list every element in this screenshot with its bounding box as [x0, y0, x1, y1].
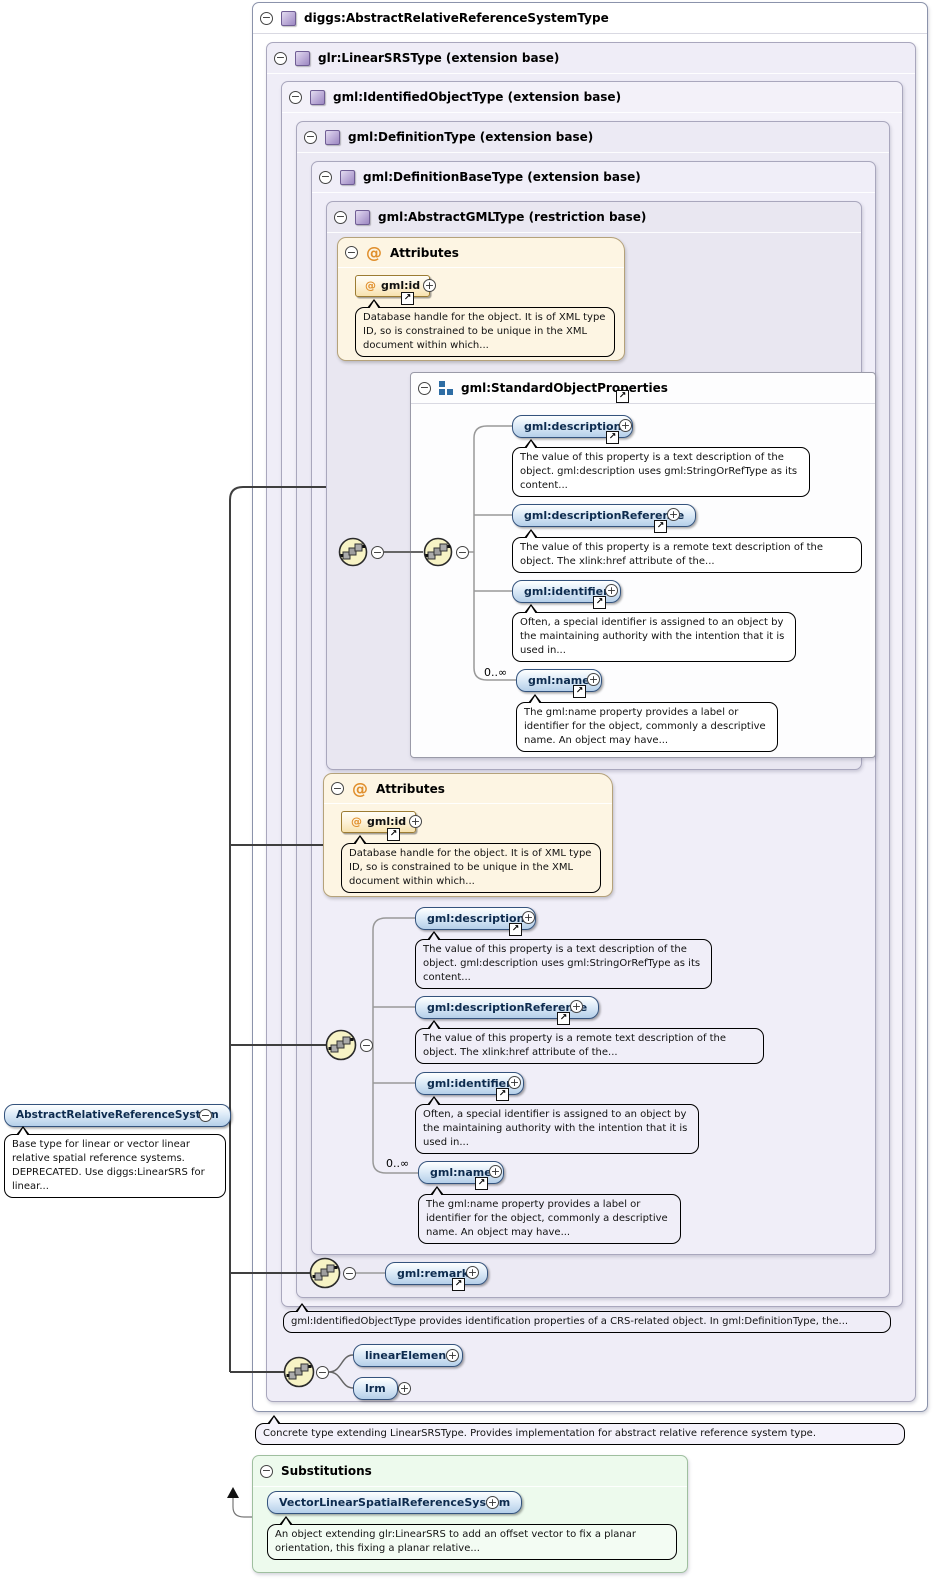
- goto-definition-icon[interactable]: ↗: [616, 390, 629, 403]
- complex-type-icon: [281, 11, 296, 26]
- annotation-bubble: The value of this property is a remote t…: [415, 1028, 764, 1064]
- goto-definition-icon[interactable]: ↗: [496, 1088, 509, 1101]
- collapse-icon[interactable]: −: [371, 546, 384, 559]
- goto-definition-icon[interactable]: ↗: [593, 596, 606, 609]
- collapse-icon[interactable]: −: [345, 246, 358, 259]
- goto-definition-icon[interactable]: ↗: [557, 1012, 570, 1025]
- type-label: gml:AbstractGMLType (restriction base): [378, 210, 646, 224]
- element-vectorlinearspatialreferencesystem[interactable]: VectorLinearSpatialReferenceSystem: [267, 1491, 522, 1514]
- type-label: glr:LinearSRSType (extension base): [318, 51, 559, 65]
- annotation-bubble: The gml:name property provides a label o…: [418, 1194, 681, 1244]
- complex-type-icon: [355, 210, 370, 225]
- goto-definition-icon[interactable]: ↗: [509, 923, 522, 936]
- annotation-bubble: Concrete type extending LinearSRSType. P…: [255, 1423, 905, 1445]
- attribute-gml-id[interactable]: @ gml:id: [355, 275, 430, 297]
- collapse-icon[interactable]: −: [274, 52, 287, 65]
- type-label: diggs:AbstractRelativeReferenceSystemTyp…: [304, 11, 609, 25]
- collapse-icon[interactable]: −: [260, 12, 273, 25]
- goto-definition-icon[interactable]: ↗: [475, 1177, 488, 1190]
- goto-definition-icon[interactable]: ↗: [606, 431, 619, 444]
- expand-icon[interactable]: +: [570, 1000, 583, 1013]
- goto-definition-icon[interactable]: ↗: [452, 1278, 465, 1291]
- type-label: gml:IdentifiedObjectType (extension base…: [333, 90, 621, 104]
- type-label: gml:DefinitionType (extension base): [348, 130, 593, 144]
- expand-icon[interactable]: +: [409, 815, 422, 828]
- complex-type-icon: [295, 51, 310, 66]
- annotation-bubble: The gml:name property provides a label o…: [516, 702, 778, 752]
- collapse-icon[interactable]: −: [331, 782, 344, 795]
- annotation-bubble: The value of this property is a text des…: [512, 447, 810, 497]
- expand-icon[interactable]: +: [446, 1349, 459, 1362]
- sequence-icon[interactable]: [338, 537, 368, 567]
- attribute-gml-id[interactable]: @ gml:id: [341, 811, 416, 833]
- collapse-icon[interactable]: −: [334, 211, 347, 224]
- collapse-icon[interactable]: −: [304, 131, 317, 144]
- occurrence-label: 0..∞: [484, 666, 507, 679]
- attributes-title: Attributes: [376, 782, 445, 796]
- schema-diagram: − diggs:AbstractRelativeReferenceSystemT…: [0, 0, 933, 1581]
- collapse-icon[interactable]: −: [199, 1109, 212, 1122]
- goto-definition-icon[interactable]: ↗: [401, 292, 414, 305]
- sequence-icon[interactable]: [423, 537, 453, 567]
- expand-icon[interactable]: +: [605, 584, 618, 597]
- expand-icon[interactable]: +: [587, 673, 600, 686]
- attribute-icon: @: [351, 812, 362, 832]
- sequence-icon[interactable]: [309, 1257, 341, 1289]
- goto-definition-icon[interactable]: ↗: [387, 828, 400, 841]
- collapse-icon[interactable]: −: [316, 1366, 329, 1379]
- occurrence-label: 0..∞: [386, 1157, 409, 1170]
- attributes-title: Attributes: [390, 246, 459, 260]
- annotation-bubble: Base type for linear or vector linear re…: [4, 1134, 226, 1198]
- expand-icon[interactable]: +: [486, 1496, 499, 1509]
- type-label: gml:DefinitionBaseType (extension base): [363, 170, 641, 184]
- expand-icon[interactable]: +: [489, 1165, 502, 1178]
- goto-definition-icon[interactable]: ↗: [654, 520, 667, 533]
- annotation-bubble: Often, a special identifier is assigned …: [415, 1104, 699, 1154]
- element-lrm[interactable]: lrm: [353, 1377, 398, 1400]
- sequence-icon[interactable]: [325, 1029, 357, 1061]
- element-abstractrelativereferencesystem[interactable]: AbstractRelativeReferenceSystem: [4, 1104, 231, 1127]
- annotation-bubble: The value of this property is a text des…: [415, 939, 712, 989]
- expand-icon[interactable]: +: [522, 911, 535, 924]
- group-title: gml:StandardObjectProperties: [461, 381, 668, 395]
- annotation-bubble: An object extending glr:LinearSRS to add…: [267, 1524, 677, 1560]
- annotation-bubble: gml:IdentifiedObjectType provides identi…: [283, 1311, 891, 1333]
- collapse-icon[interactable]: −: [418, 382, 431, 395]
- expand-icon[interactable]: +: [619, 419, 632, 432]
- expand-icon[interactable]: +: [508, 1076, 521, 1089]
- collapse-icon[interactable]: −: [456, 546, 469, 559]
- expand-icon[interactable]: +: [466, 1266, 479, 1279]
- complex-type-icon: [310, 90, 325, 105]
- collapse-icon[interactable]: −: [343, 1267, 356, 1280]
- sequence-icon[interactable]: [283, 1356, 315, 1388]
- expand-icon[interactable]: +: [423, 279, 436, 292]
- annotation-bubble: The value of this property is a remote t…: [512, 537, 862, 573]
- model-group-icon: [439, 381, 453, 395]
- attribute-icon: @: [366, 243, 382, 262]
- complex-type-icon: [340, 170, 355, 185]
- complex-type-icon: [325, 130, 340, 145]
- annotation-bubble: Database handle for the object. It is of…: [355, 307, 615, 357]
- substitutions-title: Substitutions: [281, 1464, 372, 1478]
- expand-icon[interactable]: +: [398, 1382, 411, 1395]
- attribute-icon: @: [352, 779, 368, 798]
- collapse-icon[interactable]: −: [289, 91, 302, 104]
- goto-definition-icon[interactable]: ↗: [573, 685, 586, 698]
- annotation-bubble: Database handle for the object. It is of…: [341, 843, 601, 893]
- collapse-icon[interactable]: −: [360, 1039, 373, 1052]
- attribute-icon: @: [365, 276, 376, 296]
- annotation-bubble: Often, a special identifier is assigned …: [512, 612, 796, 662]
- collapse-icon[interactable]: −: [319, 171, 332, 184]
- expand-icon[interactable]: +: [667, 508, 680, 521]
- collapse-icon[interactable]: −: [260, 1465, 273, 1478]
